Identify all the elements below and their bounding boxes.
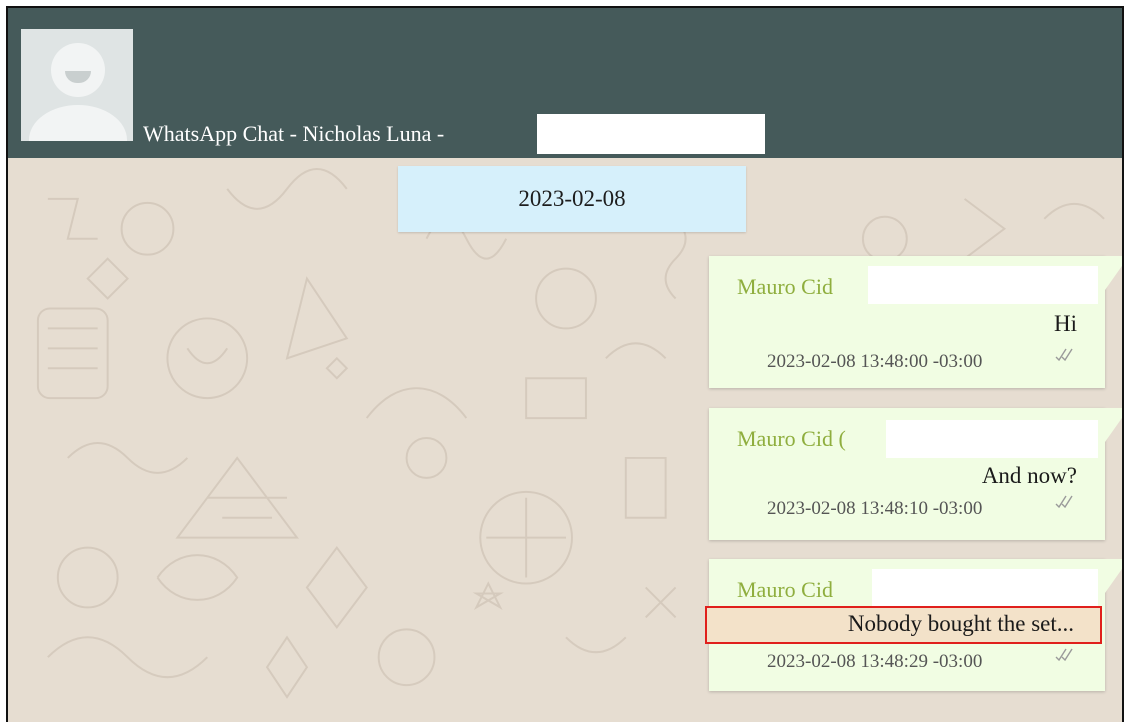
message-text: Hi — [1054, 311, 1077, 336]
header-redaction — [537, 114, 765, 154]
sender-redaction — [872, 569, 1098, 607]
message-bubble[interactable]: Mauro Cid ( And now? 2023-02-08 13:48:10… — [709, 408, 1122, 540]
message-timestamp: 2023-02-08 13:48:00 -03:00 — [767, 351, 983, 372]
sender-name: Mauro Cid — [737, 274, 833, 299]
sender-name: Mauro Cid — [737, 577, 833, 602]
bubble-tail — [1105, 408, 1122, 442]
avatar-body — [29, 105, 127, 141]
message-timestamp: 2023-02-08 13:48:29 -03:00 — [767, 651, 983, 672]
bubble-tail — [1105, 256, 1122, 290]
sender-name: Mauro Cid ( — [737, 426, 846, 451]
double-check-icon — [1055, 648, 1073, 661]
contact-avatar[interactable] — [21, 29, 133, 141]
bubble-tail — [1105, 559, 1122, 593]
chat-header: WhatsApp Chat - Nicholas Luna - — [8, 8, 1122, 158]
sender-redaction — [886, 420, 1098, 458]
message-bubble[interactable]: Mauro Cid Hi 2023-02-08 13:48:00 -03:00 — [709, 256, 1122, 388]
avatar-head — [51, 43, 105, 97]
message-text: Nobody bought the set... — [847, 611, 1074, 636]
sender-redaction — [868, 266, 1098, 304]
highlighted-message-text: Nobody bought the set... — [705, 606, 1102, 644]
chat-window: WhatsApp Chat - Nicholas Luna - 2023-02-… — [6, 6, 1124, 722]
double-check-icon — [1055, 348, 1073, 361]
double-check-icon — [1055, 495, 1073, 508]
date-separator: 2023-02-08 — [398, 166, 746, 232]
message-timestamp: 2023-02-08 13:48:10 -03:00 — [767, 498, 983, 519]
chat-title: WhatsApp Chat - Nicholas Luna - — [143, 121, 445, 146]
message-text: And now? — [981, 463, 1077, 488]
